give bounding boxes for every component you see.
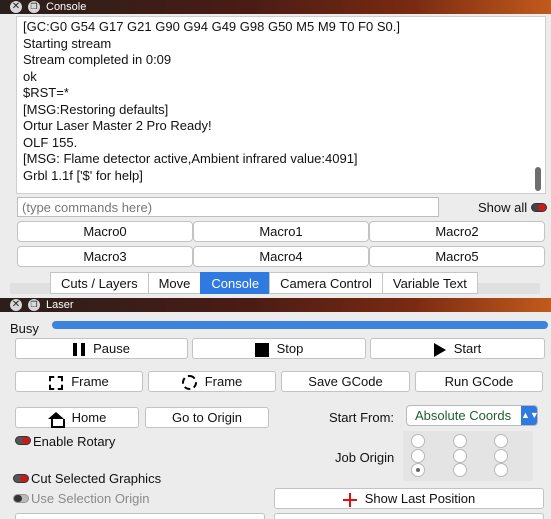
macro1-button[interactable]: Macro1 [193, 221, 369, 242]
home-icon [47, 411, 65, 428]
close-icon[interactable]: ✕ [10, 299, 22, 311]
float-window-icon[interactable]: ❐ [28, 299, 40, 311]
status-label: Busy [10, 321, 39, 336]
job-origin-middle-left[interactable] [411, 449, 425, 463]
frame-label: Frame [71, 374, 109, 389]
enable-rotary-label: Enable Rotary [33, 434, 116, 449]
frame-rectangle-button[interactable]: Frame [15, 371, 143, 392]
macro5-button[interactable]: Macro5 [369, 246, 545, 267]
console-line: [MSG:Restoring defaults] [23, 101, 169, 117]
frame-circle-icon [181, 375, 197, 391]
job-origin-center[interactable] [453, 449, 467, 463]
console-line: Ortur Laser Master 2 Pro Ready! [23, 118, 212, 133]
console-line: OLF 155. [23, 134, 78, 150]
job-origin-top-left[interactable] [411, 434, 425, 448]
tab-move[interactable]: Move [147, 272, 202, 294]
job-origin-bottom-right[interactable] [494, 463, 508, 477]
pause-label: Pause [93, 341, 130, 356]
console-title: Console [46, 1, 87, 13]
job-origin-top-center[interactable] [453, 434, 467, 448]
use-selection-origin-label: Use Selection Origin [31, 491, 150, 506]
frame-circle-button[interactable]: Frame [148, 371, 276, 392]
start-label: Start [453, 341, 482, 356]
stop-icon [254, 342, 269, 357]
pause-icon [73, 343, 86, 357]
laser-title: Laser [46, 299, 74, 311]
console-scrollbar[interactable] [535, 167, 541, 191]
cut-selected-label: Cut Selected Graphics [31, 471, 162, 486]
job-origin-bottom-center[interactable] [453, 463, 467, 477]
show-last-position-label: Show Last Position [364, 491, 476, 506]
console-line: $RST=* [23, 85, 69, 100]
show-all-toggle[interactable] [531, 203, 547, 212]
cut-selected-toggle[interactable] [13, 474, 29, 483]
frame-label: Frame [204, 374, 243, 389]
console-line: Starting stream [23, 35, 112, 51]
macro3-button[interactable]: Macro3 [17, 246, 193, 267]
busy-progress-bar [52, 321, 548, 329]
home-button[interactable]: Home [15, 407, 139, 428]
job-origin-bottom-left[interactable] [411, 463, 425, 477]
start-from-label: Start From: [329, 410, 395, 425]
console-line: Grbl 1.1f ['$' for help] [23, 167, 143, 183]
console-line: ok [23, 68, 37, 84]
tab-cuts-layers[interactable]: Cuts / Layers [50, 272, 149, 294]
partial-button-left[interactable] [15, 513, 265, 519]
show-all-label: Show all [478, 200, 528, 215]
start-from-value: Absolute Coords [415, 408, 512, 423]
partial-button-right[interactable] [274, 513, 544, 519]
frame-rectangle-icon [49, 375, 64, 390]
go-to-origin-button[interactable]: Go to Origin [145, 407, 269, 428]
tab-console[interactable]: Console [200, 272, 271, 294]
macro4-button[interactable]: Macro4 [193, 246, 369, 267]
command-input[interactable] [17, 197, 439, 217]
home-label: Home [71, 410, 107, 425]
console-output[interactable]: [GC:G0 G54 G17 G21 G90 G94 G49 G98 G50 M… [16, 16, 546, 194]
macro2-button[interactable]: Macro2 [369, 221, 545, 242]
macro0-button[interactable]: Macro0 [17, 221, 193, 242]
stop-button[interactable]: Stop [192, 338, 366, 359]
start-button[interactable]: Start [370, 338, 545, 359]
play-icon [433, 342, 446, 357]
show-last-position-button[interactable]: Show Last Position [274, 488, 544, 509]
run-gcode-button[interactable]: Run GCode [415, 371, 543, 392]
job-origin-label: Job Origin [335, 450, 395, 465]
console-line: [MSG: Flame detector active,Ambient infr… [23, 151, 358, 166]
stop-label: Stop [276, 341, 304, 356]
job-origin-middle-right[interactable] [494, 449, 508, 463]
start-from-select[interactable]: Absolute Coords ▲▼ [406, 405, 539, 426]
console-line: Stream completed in 0:09 [23, 52, 172, 67]
job-origin-top-right[interactable] [494, 434, 508, 448]
chevron-updown-icon: ▲▼ [521, 406, 539, 425]
pause-button[interactable]: Pause [15, 338, 188, 359]
tab-variable-text[interactable]: Variable Text [381, 272, 478, 294]
console-line: [GC:G0 G54 G17 G21 G90 G94 G49 G98 G50 M… [23, 19, 400, 34]
tab-camera-control[interactable]: Camera Control [269, 272, 383, 294]
laser-titlebar[interactable]: ✕ ❐ Laser [0, 298, 551, 312]
crosshair-icon [342, 492, 357, 507]
enable-rotary-toggle[interactable] [15, 436, 31, 445]
console-titlebar[interactable]: ✕ ❐ Console [0, 0, 551, 14]
float-window-icon[interactable]: ❐ [28, 1, 40, 13]
save-gcode-button[interactable]: Save GCode [281, 371, 410, 392]
panel-tabs: Cuts / Layers Move Console Camera Contro… [50, 272, 478, 294]
close-icon[interactable]: ✕ [10, 1, 22, 13]
use-selection-origin-toggle[interactable] [13, 494, 29, 503]
